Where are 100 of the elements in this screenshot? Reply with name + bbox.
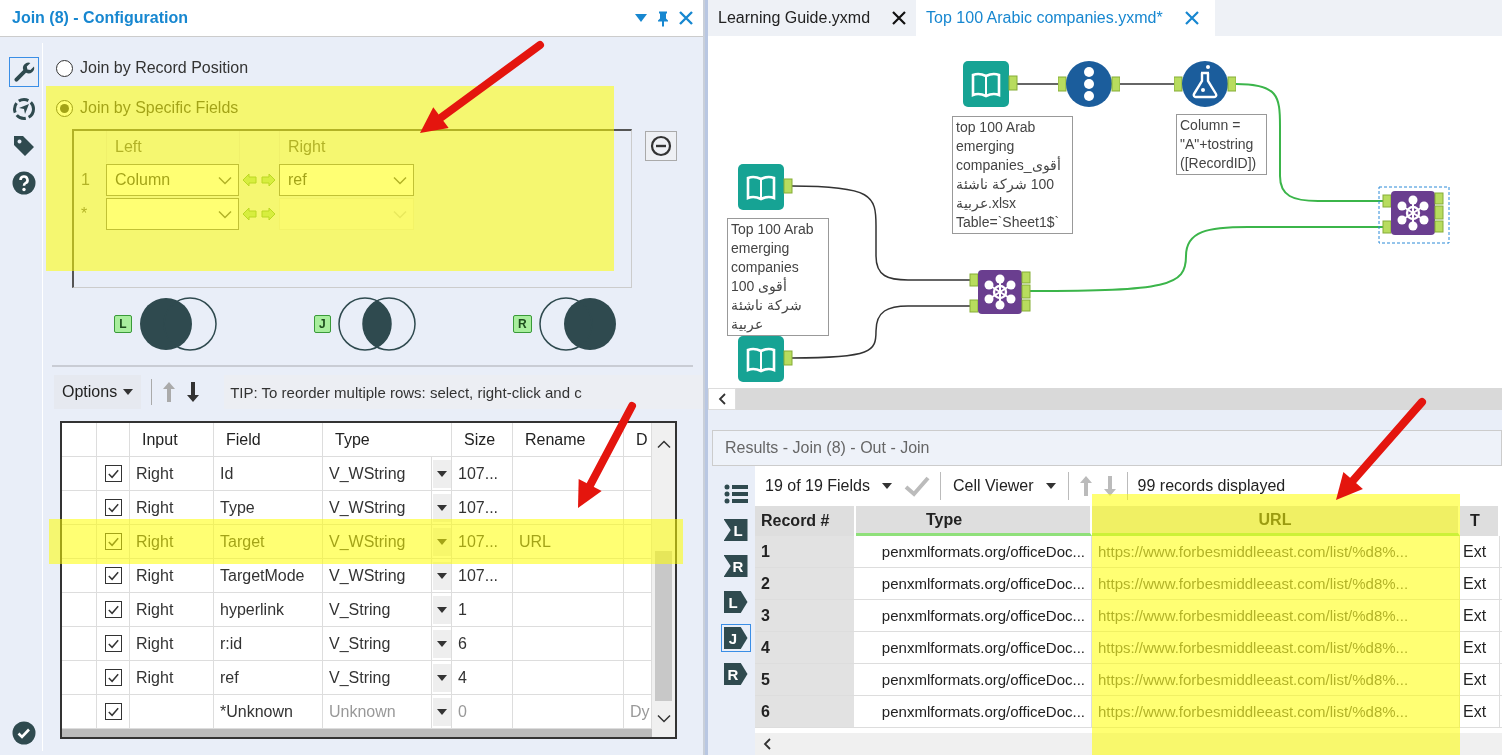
- join-node[interactable]: [1378, 186, 1450, 244]
- type-dropdown-button[interactable]: [432, 493, 451, 522]
- dropdown-caret-icon[interactable]: [635, 14, 647, 22]
- document-tab[interactable]: Top 100 Arabic companies.yxmd*: [916, 0, 1215, 36]
- radio-option[interactable]: Join by Record Position: [56, 55, 703, 81]
- column-header: Right: [279, 131, 414, 163]
- horizontal-scrollbar[interactable]: [62, 729, 652, 737]
- column-header[interactable]: Type: [856, 506, 1092, 536]
- wrench-icon[interactable]: [9, 57, 39, 87]
- book-node[interactable]: [738, 336, 794, 382]
- move-down-icon[interactable]: [186, 381, 201, 403]
- flask-node[interactable]: [1174, 61, 1236, 107]
- type-dropdown-button[interactable]: [432, 595, 451, 624]
- close-icon[interactable]: [892, 11, 907, 25]
- column-header[interactable]: Input: [130, 423, 214, 456]
- options-menu-button[interactable]: Options: [54, 375, 142, 409]
- type-dropdown-button[interactable]: [432, 561, 451, 590]
- table-cell: ref: [214, 661, 323, 694]
- checkbox[interactable]: [104, 669, 122, 686]
- checkbox[interactable]: [104, 465, 122, 482]
- checkbox[interactable]: [104, 567, 122, 584]
- table-cell: 0: [452, 695, 513, 728]
- checkbox[interactable]: [104, 635, 122, 652]
- table-cell: penxmlformats.org/officeDoc...: [856, 696, 1092, 727]
- column-header: Left: [106, 131, 239, 163]
- table-cell: https://www.forbesmiddleeast.com/list/%d8%...: [1092, 600, 1460, 631]
- checkbox[interactable]: [104, 533, 122, 550]
- table-cell: 3: [755, 600, 856, 631]
- caret-icon: [436, 504, 447, 511]
- anchor-tag: R: [513, 315, 532, 333]
- table-cell: https://www.forbesmiddleeast.com/list/%d8%...: [1092, 568, 1460, 599]
- table-cell: 1: [452, 593, 513, 626]
- vertical-scrollbar[interactable]: [652, 423, 675, 737]
- column-header[interactable]: Record #: [755, 506, 856, 536]
- table-cell: Right: [130, 457, 214, 490]
- table-cell: Right: [130, 559, 214, 592]
- table-cell: https://www.forbesmiddleeast.com/list/%d8%...: [1092, 536, 1460, 567]
- chevron-up-icon: [656, 440, 671, 449]
- caret-icon: [881, 483, 892, 489]
- table-cell: 1: [755, 536, 856, 567]
- annotation-text: top 100 Arab emerging companies_أقوى 100 شركة ناشئة عربية.xlsx Table=`Sheet1$`: [952, 116, 1073, 234]
- scroll-left-icon[interactable]: [763, 738, 771, 750]
- column-header[interactable]: Rename: [513, 423, 624, 456]
- output-anchor-button[interactable]: J: [720, 624, 751, 652]
- table-cell: 2: [755, 568, 856, 599]
- table-cell: URL: [513, 525, 624, 558]
- table-cell: Right: [130, 661, 214, 694]
- table-cell: Ext: [1460, 536, 1500, 567]
- table-cell: Id: [214, 457, 323, 490]
- caret-icon: [436, 606, 447, 613]
- table-cell: Ext: [1460, 600, 1500, 631]
- column-header[interactable]: T: [1460, 506, 1500, 536]
- venn-diagram-icon[interactable]: [336, 296, 417, 352]
- book-node[interactable]: [738, 164, 794, 210]
- panel-title: Results - Join (8) - Out - Join: [712, 430, 1502, 466]
- column-header[interactable]: Field: [214, 423, 323, 456]
- anchor-tag: J: [313, 315, 331, 333]
- caret-icon: [1045, 483, 1056, 489]
- table-cell: penxmlformats.org/officeDoc...: [856, 536, 1092, 567]
- table-cell: *Unknown: [214, 695, 323, 728]
- fields-dropdown[interactable]: 19 of 19 Fields: [763, 477, 894, 495]
- table-cell: 107...: [452, 491, 513, 524]
- table-cell: Type: [214, 491, 323, 524]
- table-cell: 4: [755, 632, 856, 663]
- caret-icon: [123, 389, 134, 395]
- table-cell: 107...: [452, 457, 513, 490]
- table-cell: https://www.forbesmiddleeast.com/list/%d8%...: [1092, 696, 1460, 727]
- type-dropdown-button[interactable]: [432, 629, 451, 658]
- column-header[interactable]: Type: [323, 423, 452, 456]
- chevron-down-icon: [218, 209, 232, 219]
- table-cell: Right: [130, 525, 214, 558]
- table-cell: 5: [755, 664, 856, 695]
- venn-diagram-icon[interactable]: [137, 296, 218, 352]
- type-dropdown-button[interactable]: [432, 697, 451, 726]
- connection-line: [1016, 83, 1059, 85]
- anchor-tag: L: [114, 315, 132, 333]
- checkbox[interactable]: [104, 601, 122, 618]
- venn-diagram-icon[interactable]: [537, 296, 618, 352]
- type-dropdown-button[interactable]: [432, 663, 451, 692]
- remove-row-button[interactable]: [645, 131, 677, 161]
- table-cell: penxmlformats.org/officeDoc...: [856, 600, 1092, 631]
- pin-icon[interactable]: [657, 9, 669, 27]
- record-count: 99 records displayed: [1137, 477, 1286, 495]
- column-header[interactable]: Size: [452, 423, 513, 456]
- checkmark-icon[interactable]: [903, 475, 930, 497]
- checkbox[interactable]: [104, 703, 122, 720]
- checkbox[interactable]: [104, 499, 122, 516]
- chevron-down-icon: [656, 714, 671, 723]
- table-cell: TargetMode: [214, 559, 323, 592]
- horizontal-scrollbar[interactable]: [755, 733, 1502, 755]
- horizontal-scrollbar[interactable]: [708, 388, 1502, 410]
- table-cell: r:id: [214, 627, 323, 660]
- viewer-dropdown[interactable]: Cell Viewer: [950, 477, 1058, 495]
- table-cell: penxmlformats.org/officeDoc...: [856, 568, 1092, 599]
- row-number: *: [80, 204, 89, 224]
- caret-icon: [436, 572, 447, 579]
- type-dropdown-button[interactable]: [432, 459, 451, 488]
- left-field-dropdown[interactable]: [106, 198, 239, 230]
- book-node[interactable]: [963, 61, 1019, 107]
- table-cell: Right: [130, 627, 214, 660]
